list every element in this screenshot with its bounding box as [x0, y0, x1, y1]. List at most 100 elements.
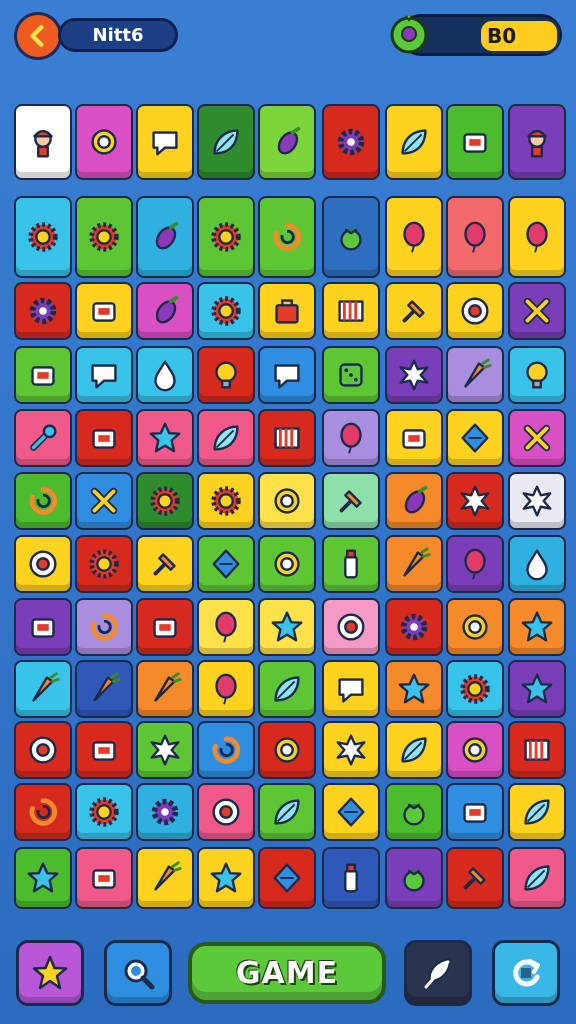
game-tile[interactable]	[14, 598, 72, 656]
game-tile[interactable]	[322, 660, 380, 718]
game-tile[interactable]	[258, 847, 316, 909]
game-tile[interactable]	[385, 196, 443, 278]
game-tile[interactable]	[258, 196, 316, 278]
game-tile[interactable]	[197, 847, 255, 909]
game-tile[interactable]	[258, 409, 316, 467]
game-tile[interactable]	[322, 409, 380, 467]
game-tile[interactable]	[14, 472, 72, 530]
game-tile[interactable]	[508, 721, 566, 779]
game-tile[interactable]	[446, 472, 504, 530]
game-tile[interactable]	[385, 598, 443, 656]
game-tile[interactable]	[322, 104, 380, 180]
game-tile[interactable]	[136, 409, 194, 467]
game-tile[interactable]	[136, 783, 194, 841]
game-tile[interactable]	[322, 472, 380, 530]
game-tile[interactable]	[258, 783, 316, 841]
game-tile[interactable]	[322, 598, 380, 656]
game-tile[interactable]	[385, 847, 443, 909]
game-tile[interactable]	[136, 346, 194, 404]
game-tile[interactable]	[508, 409, 566, 467]
game-tile[interactable]	[258, 472, 316, 530]
game-tile[interactable]	[75, 535, 133, 593]
game-tile[interactable]	[322, 535, 380, 593]
game-tile[interactable]	[197, 472, 255, 530]
game-tile[interactable]	[75, 660, 133, 718]
game-tile[interactable]	[446, 409, 504, 467]
game-tile[interactable]	[136, 721, 194, 779]
game-tile[interactable]	[75, 847, 133, 909]
game-tile[interactable]	[75, 104, 133, 180]
game-tile[interactable]	[508, 282, 566, 340]
game-tile[interactable]	[136, 472, 194, 530]
game-tile[interactable]	[197, 783, 255, 841]
game-tile[interactable]	[446, 783, 504, 841]
game-tile[interactable]	[446, 598, 504, 656]
game-tile[interactable]	[385, 346, 443, 404]
game-tile[interactable]	[136, 598, 194, 656]
game-tile[interactable]	[75, 346, 133, 404]
game-tile[interactable]	[75, 598, 133, 656]
game-tile[interactable]	[14, 660, 72, 718]
game-tile[interactable]	[197, 535, 255, 593]
game-tile[interactable]	[385, 409, 443, 467]
game-tile[interactable]	[446, 660, 504, 718]
game-tile[interactable]	[322, 721, 380, 779]
game-tile[interactable]	[322, 282, 380, 340]
game-tile[interactable]	[446, 847, 504, 909]
game-tile[interactable]	[258, 346, 316, 404]
game-tile[interactable]	[508, 783, 566, 841]
game-tile[interactable]	[14, 783, 72, 841]
game-tile[interactable]	[508, 660, 566, 718]
game-tile[interactable]	[508, 847, 566, 909]
game-tile[interactable]	[197, 660, 255, 718]
game-tile[interactable]	[14, 409, 72, 467]
game-tile[interactable]	[14, 535, 72, 593]
game-button[interactable]: GAME	[188, 942, 386, 1004]
game-tile[interactable]	[14, 721, 72, 779]
game-tile[interactable]	[14, 196, 72, 278]
game-tile[interactable]	[197, 409, 255, 467]
search-button[interactable]	[104, 940, 172, 1006]
game-tile[interactable]	[508, 472, 566, 530]
game-tile[interactable]	[197, 346, 255, 404]
game-tile[interactable]	[14, 282, 72, 340]
game-tile[interactable]	[75, 783, 133, 841]
game-tile[interactable]	[75, 282, 133, 340]
game-tile[interactable]	[75, 472, 133, 530]
game-tile[interactable]	[322, 847, 380, 909]
game-tile[interactable]	[385, 472, 443, 530]
game-tile[interactable]	[197, 598, 255, 656]
game-tile[interactable]	[508, 196, 566, 278]
game-tile[interactable]	[446, 196, 504, 278]
game-tile[interactable]	[508, 104, 566, 180]
game-tile[interactable]	[446, 104, 504, 180]
game-tile[interactable]	[14, 847, 72, 909]
refresh-button[interactable]	[492, 940, 560, 1006]
game-tile[interactable]	[385, 535, 443, 593]
game-tile[interactable]	[75, 196, 133, 278]
game-tile[interactable]	[446, 535, 504, 593]
game-tile[interactable]	[136, 196, 194, 278]
game-tile[interactable]	[508, 346, 566, 404]
game-tile[interactable]	[385, 783, 443, 841]
game-tile[interactable]	[136, 282, 194, 340]
feather-button[interactable]	[404, 940, 472, 1006]
game-tile[interactable]	[75, 409, 133, 467]
game-tile[interactable]	[75, 721, 133, 779]
game-tile[interactable]	[258, 598, 316, 656]
game-tile[interactable]	[508, 598, 566, 656]
game-tile[interactable]	[14, 104, 72, 180]
game-tile[interactable]	[197, 721, 255, 779]
game-tile[interactable]	[385, 282, 443, 340]
powerup-star-button[interactable]	[16, 940, 84, 1006]
game-tile[interactable]	[385, 660, 443, 718]
game-tile[interactable]	[258, 282, 316, 340]
game-tile[interactable]	[14, 346, 72, 404]
game-tile[interactable]	[136, 847, 194, 909]
game-tile[interactable]	[258, 104, 316, 180]
game-tile[interactable]	[136, 660, 194, 718]
game-tile[interactable]	[446, 346, 504, 404]
game-tile[interactable]	[385, 104, 443, 180]
back-button[interactable]	[14, 12, 62, 60]
game-tile[interactable]	[322, 346, 380, 404]
